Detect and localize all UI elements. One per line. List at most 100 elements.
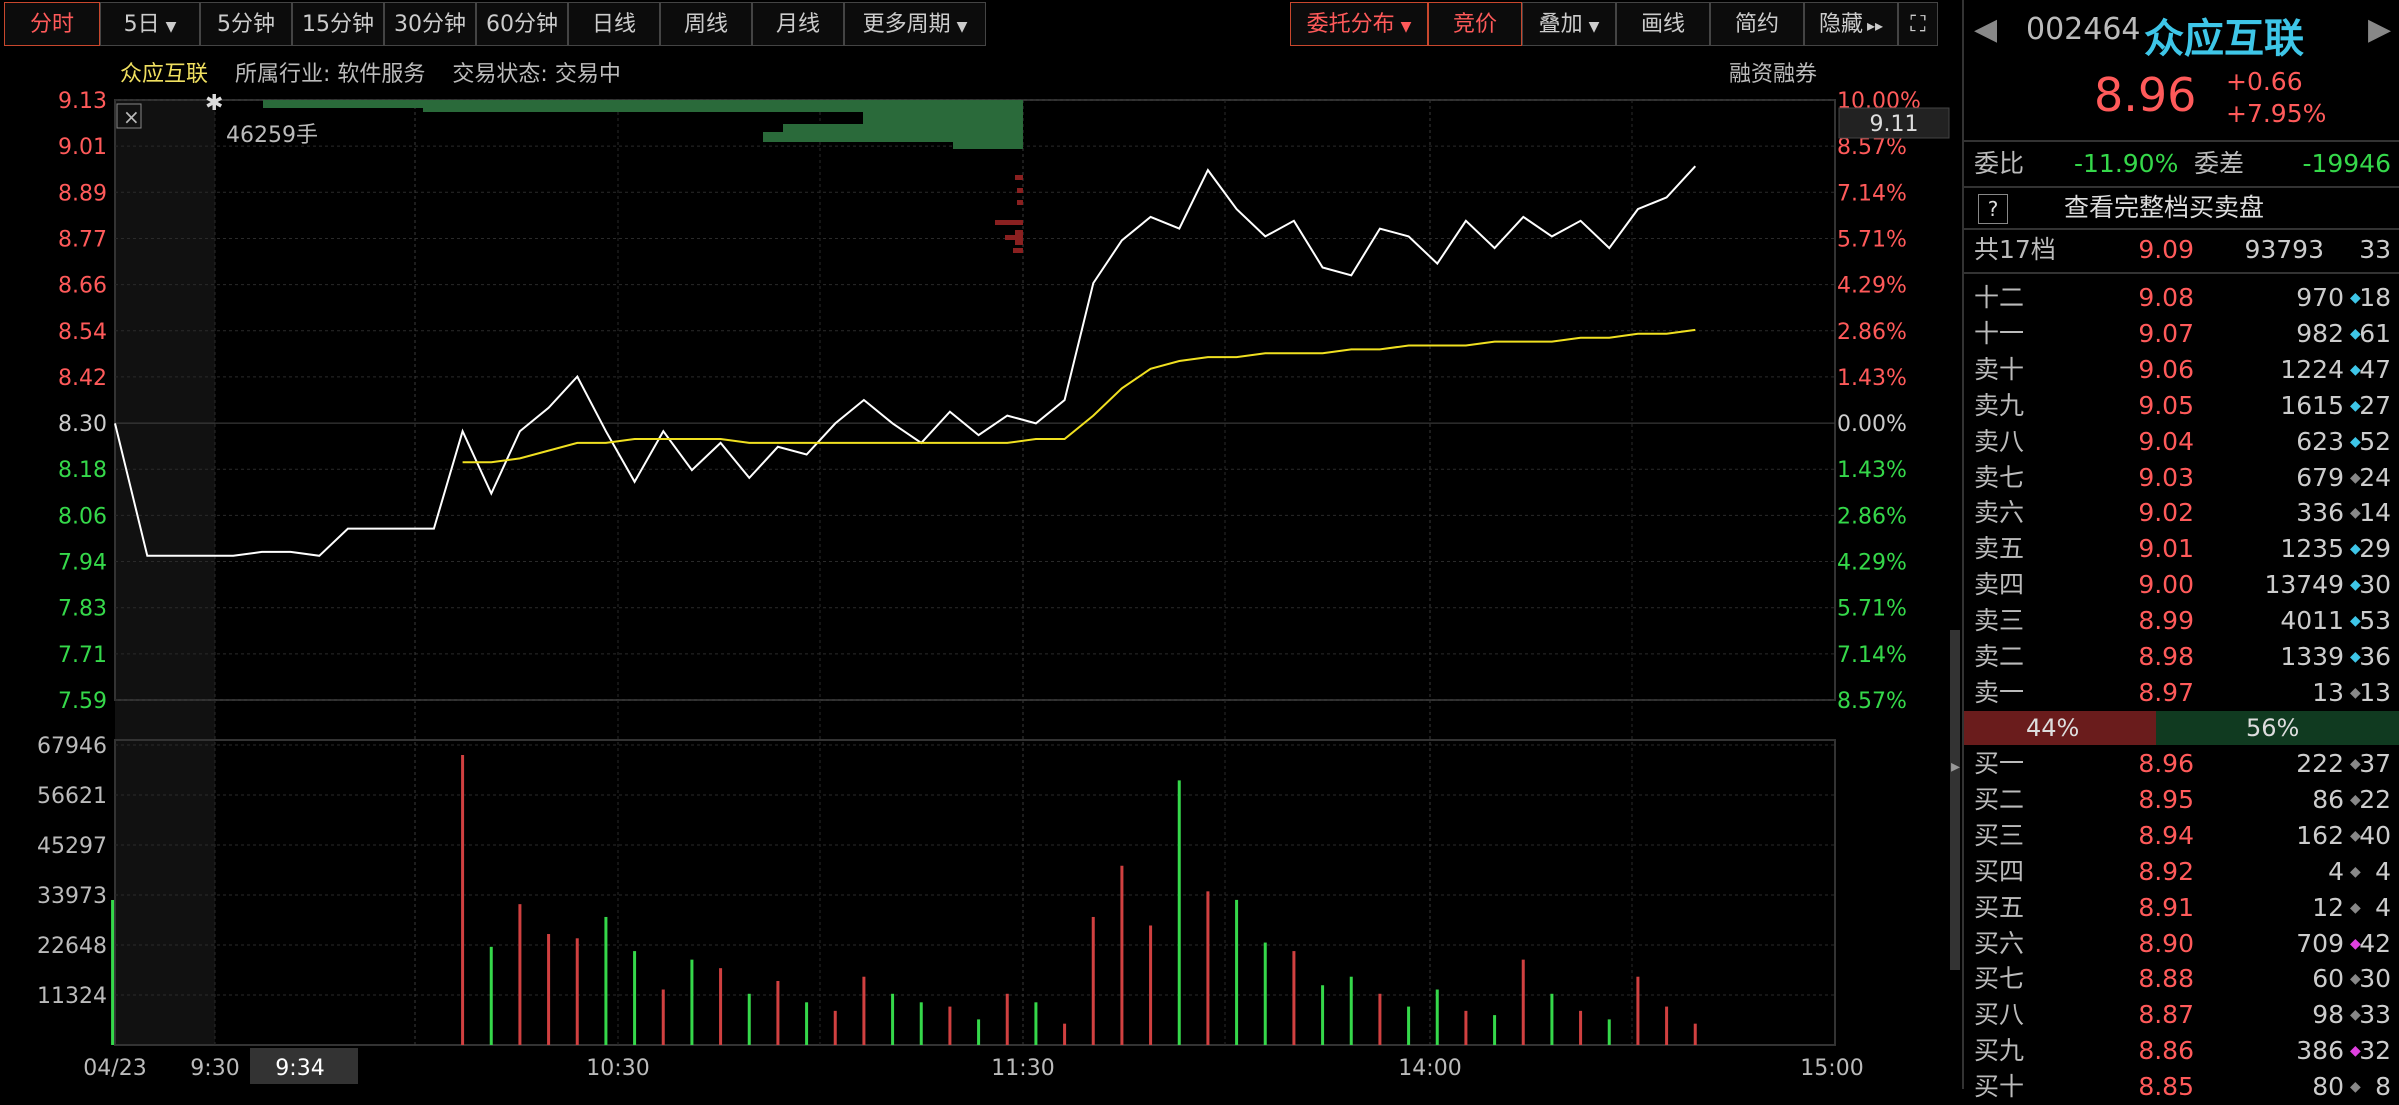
level-price: 8.87 <box>2138 1000 2194 1030</box>
price-pane-border <box>114 99 1836 701</box>
close-icon-glyph: × <box>123 105 140 129</box>
volume-bar <box>1607 1019 1611 1045</box>
scrollbar-thumb[interactable] <box>1950 630 1960 970</box>
sell-level-row[interactable]: 卖十 9.06 1224 ◆ 47 <box>1964 352 2399 388</box>
price-tick-label: 8.06 <box>58 504 107 529</box>
chevron-down-icon: ▼ <box>1400 19 1412 35</box>
order-distribution-bar <box>1015 240 1023 245</box>
level-volume: 1235 <box>2280 534 2344 564</box>
sell-level-row[interactable]: 卖二 8.98 1339 ◆ 36 <box>1964 639 2399 675</box>
tool-button-label: 竞价 <box>1452 12 1497 37</box>
level-price: 9.05 <box>2138 390 2194 420</box>
sell-level-row[interactable]: 卖七 9.03 679 ◆ 24 <box>1964 460 2399 496</box>
collapse-handle-icon[interactable]: ▸ <box>1951 756 1960 777</box>
buy-level-row[interactable]: 买十 8.85 80 ◆ 8 <box>1964 1069 2399 1105</box>
period-tab-9[interactable]: 更多周期 ▼ <box>844 2 986 46</box>
period-tab-8[interactable]: 月线 <box>752 2 844 46</box>
order-distribution-bar <box>1015 230 1023 235</box>
level-order-count: 22 <box>2359 784 2391 814</box>
sell-level-row[interactable]: 卖八 9.04 623 ◆ 52 <box>1964 424 2399 460</box>
buy-level-row[interactable]: 买二 8.95 86 ◆ 22 <box>1964 782 2399 818</box>
buy-level-row[interactable]: 买七 8.88 60 ◆ 30 <box>1964 961 2399 997</box>
level-label: 买八 <box>1974 1000 2025 1030</box>
time-tick-label: 9:30 <box>190 1056 239 1081</box>
sell-level-row[interactable]: 卖六 9.02 336 ◆ 14 <box>1964 495 2399 531</box>
help-icon[interactable]: ? <box>1978 194 2008 224</box>
buy-level-row[interactable]: 买三 8.94 162 ◆ 40 <box>1964 818 2399 854</box>
level-volume: 709 <box>2296 928 2344 958</box>
sell-level-row[interactable]: 十一 9.07 982 ◆ 61 <box>1964 316 2399 352</box>
tool-button-3[interactable]: 画线 <box>1616 2 1710 46</box>
tool-button-label: 画线 <box>1640 12 1685 37</box>
volume-bar <box>719 968 723 1045</box>
order-distribution-bar <box>1005 235 1023 240</box>
sell-level-row[interactable]: 卖四 9.00 13749 ◆ 30 <box>1964 567 2399 603</box>
sell-level-row[interactable]: 卖三 8.99 4011 ◆ 53 <box>1964 603 2399 639</box>
buy-level-row[interactable]: 买一 8.96 222 ◆ 37 <box>1964 746 2399 782</box>
volume-readout: 46259手 <box>226 123 318 148</box>
buy-level-row[interactable]: 买九 8.86 386 ◆ 32 <box>1964 1033 2399 1069</box>
percent-tick-label: 1.43% <box>1837 458 1907 483</box>
level-price: 8.92 <box>2138 856 2194 886</box>
tool-button-6[interactable]: ⛶ <box>1898 2 1938 46</box>
level-volume: 679 <box>2296 462 2344 492</box>
volume-bar <box>747 993 751 1045</box>
price-tick-label: 8.77 <box>58 227 107 252</box>
level-price: 8.94 <box>2138 820 2194 850</box>
stock-info-bar: 众应互联 所属行业: 软件服务 交易状态: 交易中 <box>120 56 641 92</box>
tool-button-2[interactable]: 叠加 ▼ <box>1522 2 1616 46</box>
full-book-link[interactable]: 查看完整档买卖盘 <box>2064 190 2264 226</box>
tool-button-4[interactable]: 简约 <box>1710 2 1804 46</box>
price-tick-label: 8.89 <box>58 181 107 206</box>
level-volume: 60 <box>2312 964 2344 994</box>
time-tick-label: 11:30 <box>991 1056 1054 1081</box>
percent-tick-label: 5.71% <box>1837 227 1907 252</box>
level-order-count: 33 <box>2359 1000 2391 1030</box>
volume-bar <box>1177 780 1181 1045</box>
level-volume: 222 <box>2296 749 2344 778</box>
volume-bar <box>661 989 665 1045</box>
period-tab-7[interactable]: 周线 <box>660 2 752 46</box>
level-volume: 1615 <box>2280 390 2344 420</box>
volume-bar <box>575 938 579 1045</box>
pre-market-shade <box>115 100 215 1045</box>
period-tab-2[interactable]: 5分钟 <box>200 2 292 46</box>
buy-level-row[interactable]: 买五 8.91 12 ◆ 4 <box>1964 890 2399 926</box>
level-label: 卖一 <box>1974 677 2025 707</box>
sell-level-row[interactable]: 十二 9.08 970 ◆ 18 <box>1964 280 2399 316</box>
sell-level-row[interactable]: 卖五 9.01 1235 ◆ 29 <box>1964 531 2399 567</box>
buy-level-row[interactable]: 买八 8.87 98 ◆ 33 <box>1964 997 2399 1033</box>
level-volume: 386 <box>2296 1036 2344 1066</box>
volume-bar <box>1034 1002 1038 1045</box>
period-tab-6[interactable]: 日线 <box>568 2 660 46</box>
volume-bar <box>1091 916 1095 1045</box>
volume-bar <box>1263 942 1267 1045</box>
intraday-chart[interactable]: 9.13 10.00%9.01 8.57%8.89 7.14%8.77 5.71%8.6… <box>0 90 1960 1089</box>
tool-button-0[interactable]: 委托分布 ▼ <box>1290 2 1428 46</box>
volume-tick-label: 67946 <box>37 734 107 759</box>
total-levels-price: 9.09 <box>2138 235 2194 264</box>
period-tab-0[interactable]: 分时 <box>4 2 100 46</box>
volume-bar <box>461 755 465 1045</box>
tool-button-5[interactable]: 隐藏 ▸▸ <box>1804 2 1898 46</box>
buy-level-row[interactable]: 买四 8.92 4 ◆ 4 <box>1964 854 2399 890</box>
sell-level-row[interactable]: 卖一 8.97 13 ◆ 13 <box>1964 675 2399 711</box>
margin-trading-link[interactable]: 融资融券 <box>1729 56 1817 88</box>
level-volume: 98 <box>2312 1000 2344 1030</box>
period-tab-5[interactable]: 60分钟 <box>476 2 568 46</box>
buy-level-row[interactable]: 买六 8.90 709 ◆ 42 <box>1964 926 2399 962</box>
next-stock-icon[interactable]: ▶ <box>2368 12 2391 47</box>
level-label: 十二 <box>1974 283 2025 312</box>
period-tab-4[interactable]: 30分钟 <box>384 2 476 46</box>
level-price: 8.90 <box>2138 928 2194 958</box>
level-label: 十一 <box>1974 318 2025 348</box>
prev-stock-icon[interactable]: ◀ <box>1974 12 1997 47</box>
period-tab-1[interactable]: 5日 ▼ <box>100 2 200 46</box>
sell-level-row[interactable]: 卖九 9.05 1615 ◆ 27 <box>1964 388 2399 424</box>
period-tab-3[interactable]: 15分钟 <box>292 2 384 46</box>
divider <box>1964 186 2399 188</box>
volume-bar <box>1579 1010 1583 1045</box>
full-book-row[interactable]: ? 查看完整档买卖盘 <box>1964 190 2399 226</box>
percent-tick-label: 5.71% <box>1837 597 1907 622</box>
tool-button-1[interactable]: 竞价 <box>1428 2 1522 46</box>
